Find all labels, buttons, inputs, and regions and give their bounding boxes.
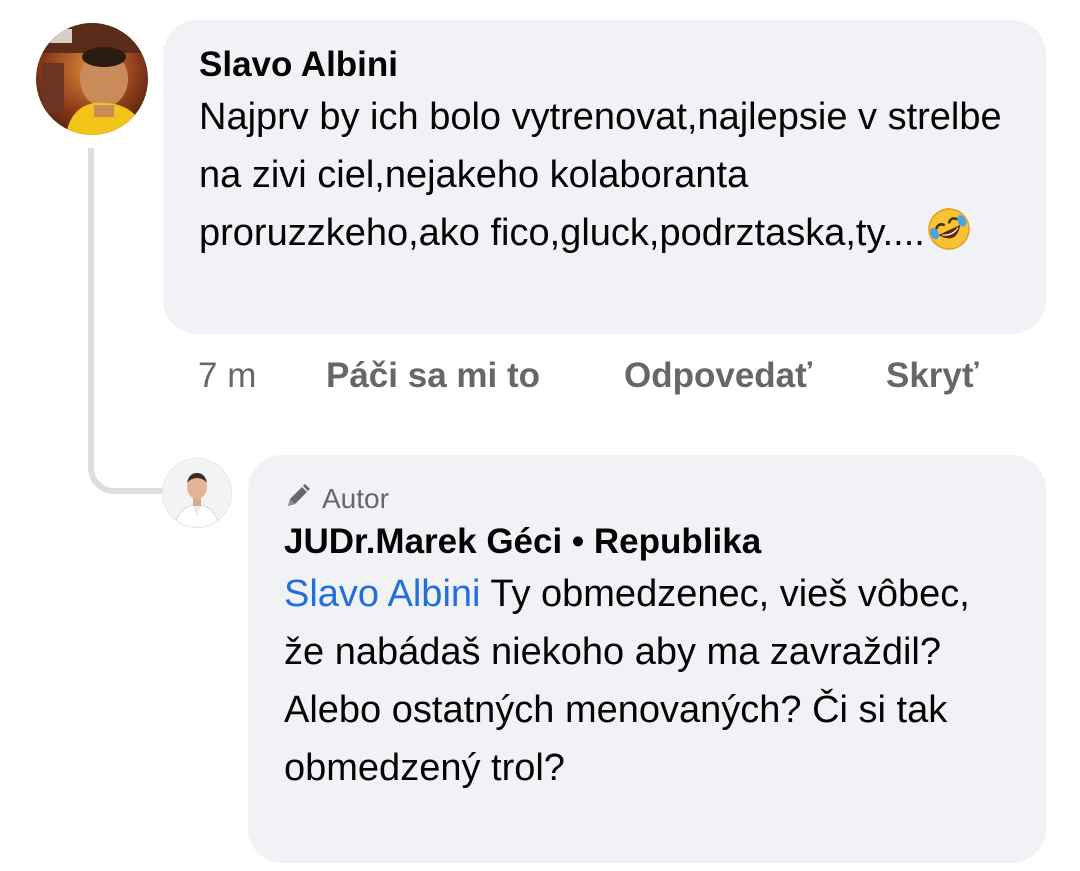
comment-author-name[interactable]: Slavo Albini [199, 42, 1010, 88]
comment-body: Najprv by ich bolo vytrenovat,najlepsie … [199, 96, 1002, 254]
reply-author-name[interactable]: JUDr.Marek Géci • Republika [284, 519, 1010, 565]
reply-avatar[interactable] [162, 458, 232, 528]
comment-text: Najprv by ich bolo vytrenovat,najlepsie … [199, 88, 1010, 262]
like-button[interactable]: Páči sa mi to [326, 352, 540, 400]
reply-text: Slavo Albini Ty obmedzenec, vieš vôbec, … [284, 565, 1010, 797]
reply-button[interactable]: Odpovedať [624, 352, 812, 400]
comment-timestamp[interactable]: 7 m [198, 352, 256, 400]
reply-bubble: Autor JUDr.Marek Géci • Republika Slavo … [248, 455, 1046, 863]
profile-photo [36, 23, 148, 135]
profile-photo [163, 459, 231, 527]
avatar[interactable] [36, 23, 148, 135]
pencil-icon [284, 482, 322, 517]
thread-connector-line [88, 148, 168, 494]
rolling-on-floor-laughing-emoji-icon [925, 205, 973, 253]
hide-button[interactable]: Skryť [886, 352, 979, 400]
comment-bubble: Slavo Albini Najprv by ich bolo vytrenov… [163, 20, 1046, 334]
author-badge-label: Autor [322, 483, 389, 514]
author-badge: Autor [284, 479, 1010, 519]
mention-link[interactable]: Slavo Albini [284, 573, 480, 615]
